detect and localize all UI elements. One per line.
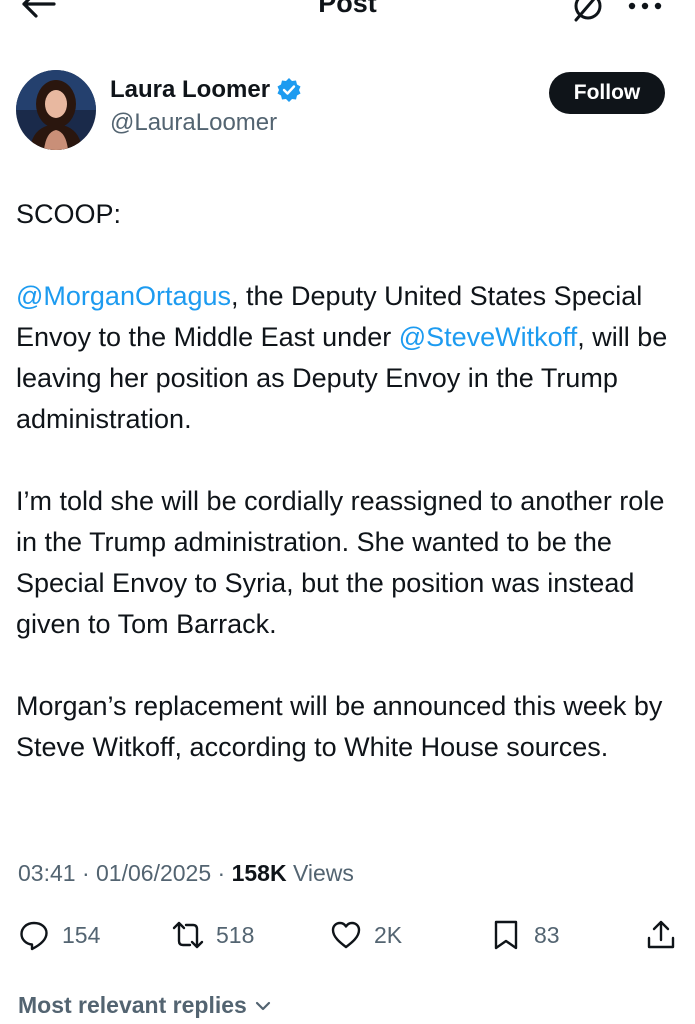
avatar-image bbox=[16, 70, 96, 150]
post-text: SCOOP: @MorganOrtagus, the Deputy United… bbox=[16, 194, 681, 809]
views-count: 158K bbox=[231, 860, 287, 886]
meta-separator: · bbox=[81, 860, 97, 886]
share-icon bbox=[647, 920, 675, 949]
repost-button[interactable]: 518 bbox=[172, 910, 254, 960]
more-horizontal-icon bbox=[628, 2, 662, 10]
avatar[interactable] bbox=[16, 70, 96, 150]
bookmark-button[interactable]: 83 bbox=[490, 910, 560, 960]
reply-icon bbox=[20, 921, 48, 951]
bookmark-icon bbox=[494, 920, 518, 950]
replies-sort-dropdown[interactable]: Most relevant replies bbox=[18, 992, 273, 1019]
verified-badge-icon bbox=[277, 78, 301, 102]
post-meta: 03:41 · 01/06/2025 · 158K Views bbox=[18, 860, 354, 887]
grok-icon bbox=[574, 0, 602, 22]
follow-button[interactable]: Follow bbox=[549, 72, 665, 114]
repost-count: 518 bbox=[216, 921, 255, 948]
author-handle[interactable]: @LauraLoomer bbox=[110, 109, 277, 137]
grok-button[interactable] bbox=[568, 0, 608, 26]
replies-sort-label: Most relevant replies bbox=[18, 992, 247, 1018]
views-label: Views bbox=[292, 860, 354, 886]
reply-button[interactable]: 154 bbox=[18, 910, 100, 960]
post-time[interactable]: 03:41 bbox=[18, 860, 76, 886]
heart-icon bbox=[331, 921, 361, 949]
mention-link[interactable]: @SteveWitkoff bbox=[399, 322, 577, 352]
like-count: 2K bbox=[374, 921, 403, 948]
share-button[interactable] bbox=[645, 910, 677, 960]
more-button[interactable] bbox=[620, 0, 670, 22]
chevron-down-icon bbox=[255, 1001, 270, 1010]
repost-icon bbox=[172, 921, 204, 949]
meta-separator: · bbox=[217, 860, 232, 886]
post-paragraph: @MorganOrtagus, the Deputy United States… bbox=[16, 276, 681, 440]
author-name[interactable]: Laura Loomer bbox=[110, 76, 302, 104]
top-bar: Post bbox=[0, 0, 695, 30]
reply-count: 154 bbox=[62, 921, 101, 948]
bookmark-count: 83 bbox=[534, 921, 560, 948]
mention-link[interactable]: @MorganOrtagus bbox=[16, 281, 231, 311]
post-paragraph: Morgan’s replacement will be announced t… bbox=[16, 691, 663, 762]
post-date[interactable]: 01/06/2025 bbox=[96, 860, 211, 886]
like-button[interactable]: 2K bbox=[330, 910, 402, 960]
post-paragraph: SCOOP: bbox=[16, 199, 122, 229]
post-paragraph: I’m told she will be cordially reassigne… bbox=[16, 486, 665, 639]
author-name-text: Laura Loomer bbox=[110, 76, 271, 103]
action-bar: 154 518 2K 83 bbox=[0, 910, 695, 960]
